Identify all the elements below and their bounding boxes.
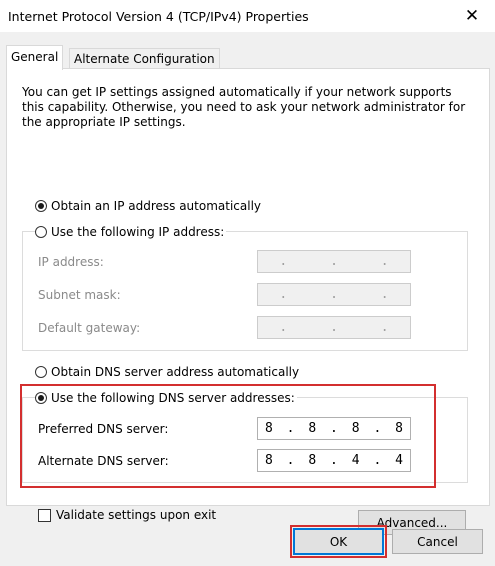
description-text: You can get IP settings assigned automat… (22, 85, 466, 129)
obtain-dns-auto-radio[interactable] (35, 366, 47, 378)
ip-address-input[interactable]: ... (257, 250, 411, 273)
obtain-dns-auto-label: Obtain DNS server address automatically (51, 365, 300, 379)
subnet-mask-input[interactable]: ... (257, 283, 411, 306)
use-following-dns-option[interactable]: Use the following DNS server addresses: (35, 391, 297, 405)
title-bar: Internet Protocol Version 4 (TCP/IPv4) P… (0, 0, 495, 32)
general-tab-panel: You can get IP settings assigned automat… (6, 68, 490, 535)
obtain-dns-auto-option[interactable]: Obtain DNS server address automatically (35, 365, 299, 379)
obtain-ip-auto-label: Obtain an IP address automatically (51, 199, 262, 213)
use-following-dns-label: Use the following DNS server addresses: (51, 391, 295, 405)
validate-settings-option[interactable]: Validate settings upon exit (38, 508, 216, 522)
dialog-body: General Alternate Configuration You can … (0, 32, 495, 566)
preferred-dns-label: Preferred DNS server: (38, 422, 169, 436)
use-following-ip-label: Use the following IP address: (51, 225, 225, 239)
subnet-mask-label: Subnet mask: (38, 288, 121, 302)
window-title: Internet Protocol Version 4 (TCP/IPv4) P… (8, 9, 309, 24)
use-following-ip-radio[interactable] (35, 226, 47, 238)
obtain-ip-auto-option[interactable]: Obtain an IP address automatically (35, 199, 261, 213)
ip-address-label: IP address: (38, 255, 104, 269)
tab-general[interactable]: General (6, 45, 64, 70)
close-button[interactable]: ✕ (449, 0, 495, 32)
preferred-dns-input[interactable]: 8. 8. 8. 8 (257, 417, 411, 440)
obtain-ip-auto-radio[interactable] (35, 200, 47, 212)
default-gateway-input[interactable]: ... (257, 316, 411, 339)
validate-settings-label: Validate settings upon exit (56, 508, 217, 522)
ok-button[interactable]: OK (293, 528, 384, 555)
alternate-dns-label: Alternate DNS server: (38, 454, 169, 468)
use-following-dns-radio[interactable] (35, 392, 47, 404)
default-gateway-label: Default gateway: (38, 321, 141, 335)
validate-settings-checkbox[interactable] (38, 508, 51, 522)
cancel-button[interactable]: Cancel (392, 529, 483, 554)
close-icon: ✕ (464, 6, 480, 26)
use-following-ip-option[interactable]: Use the following IP address: (35, 225, 227, 239)
tab-alternate-configuration[interactable]: Alternate Configuration (69, 48, 220, 69)
alternate-dns-input[interactable]: 8. 8. 4. 4 (257, 449, 411, 472)
